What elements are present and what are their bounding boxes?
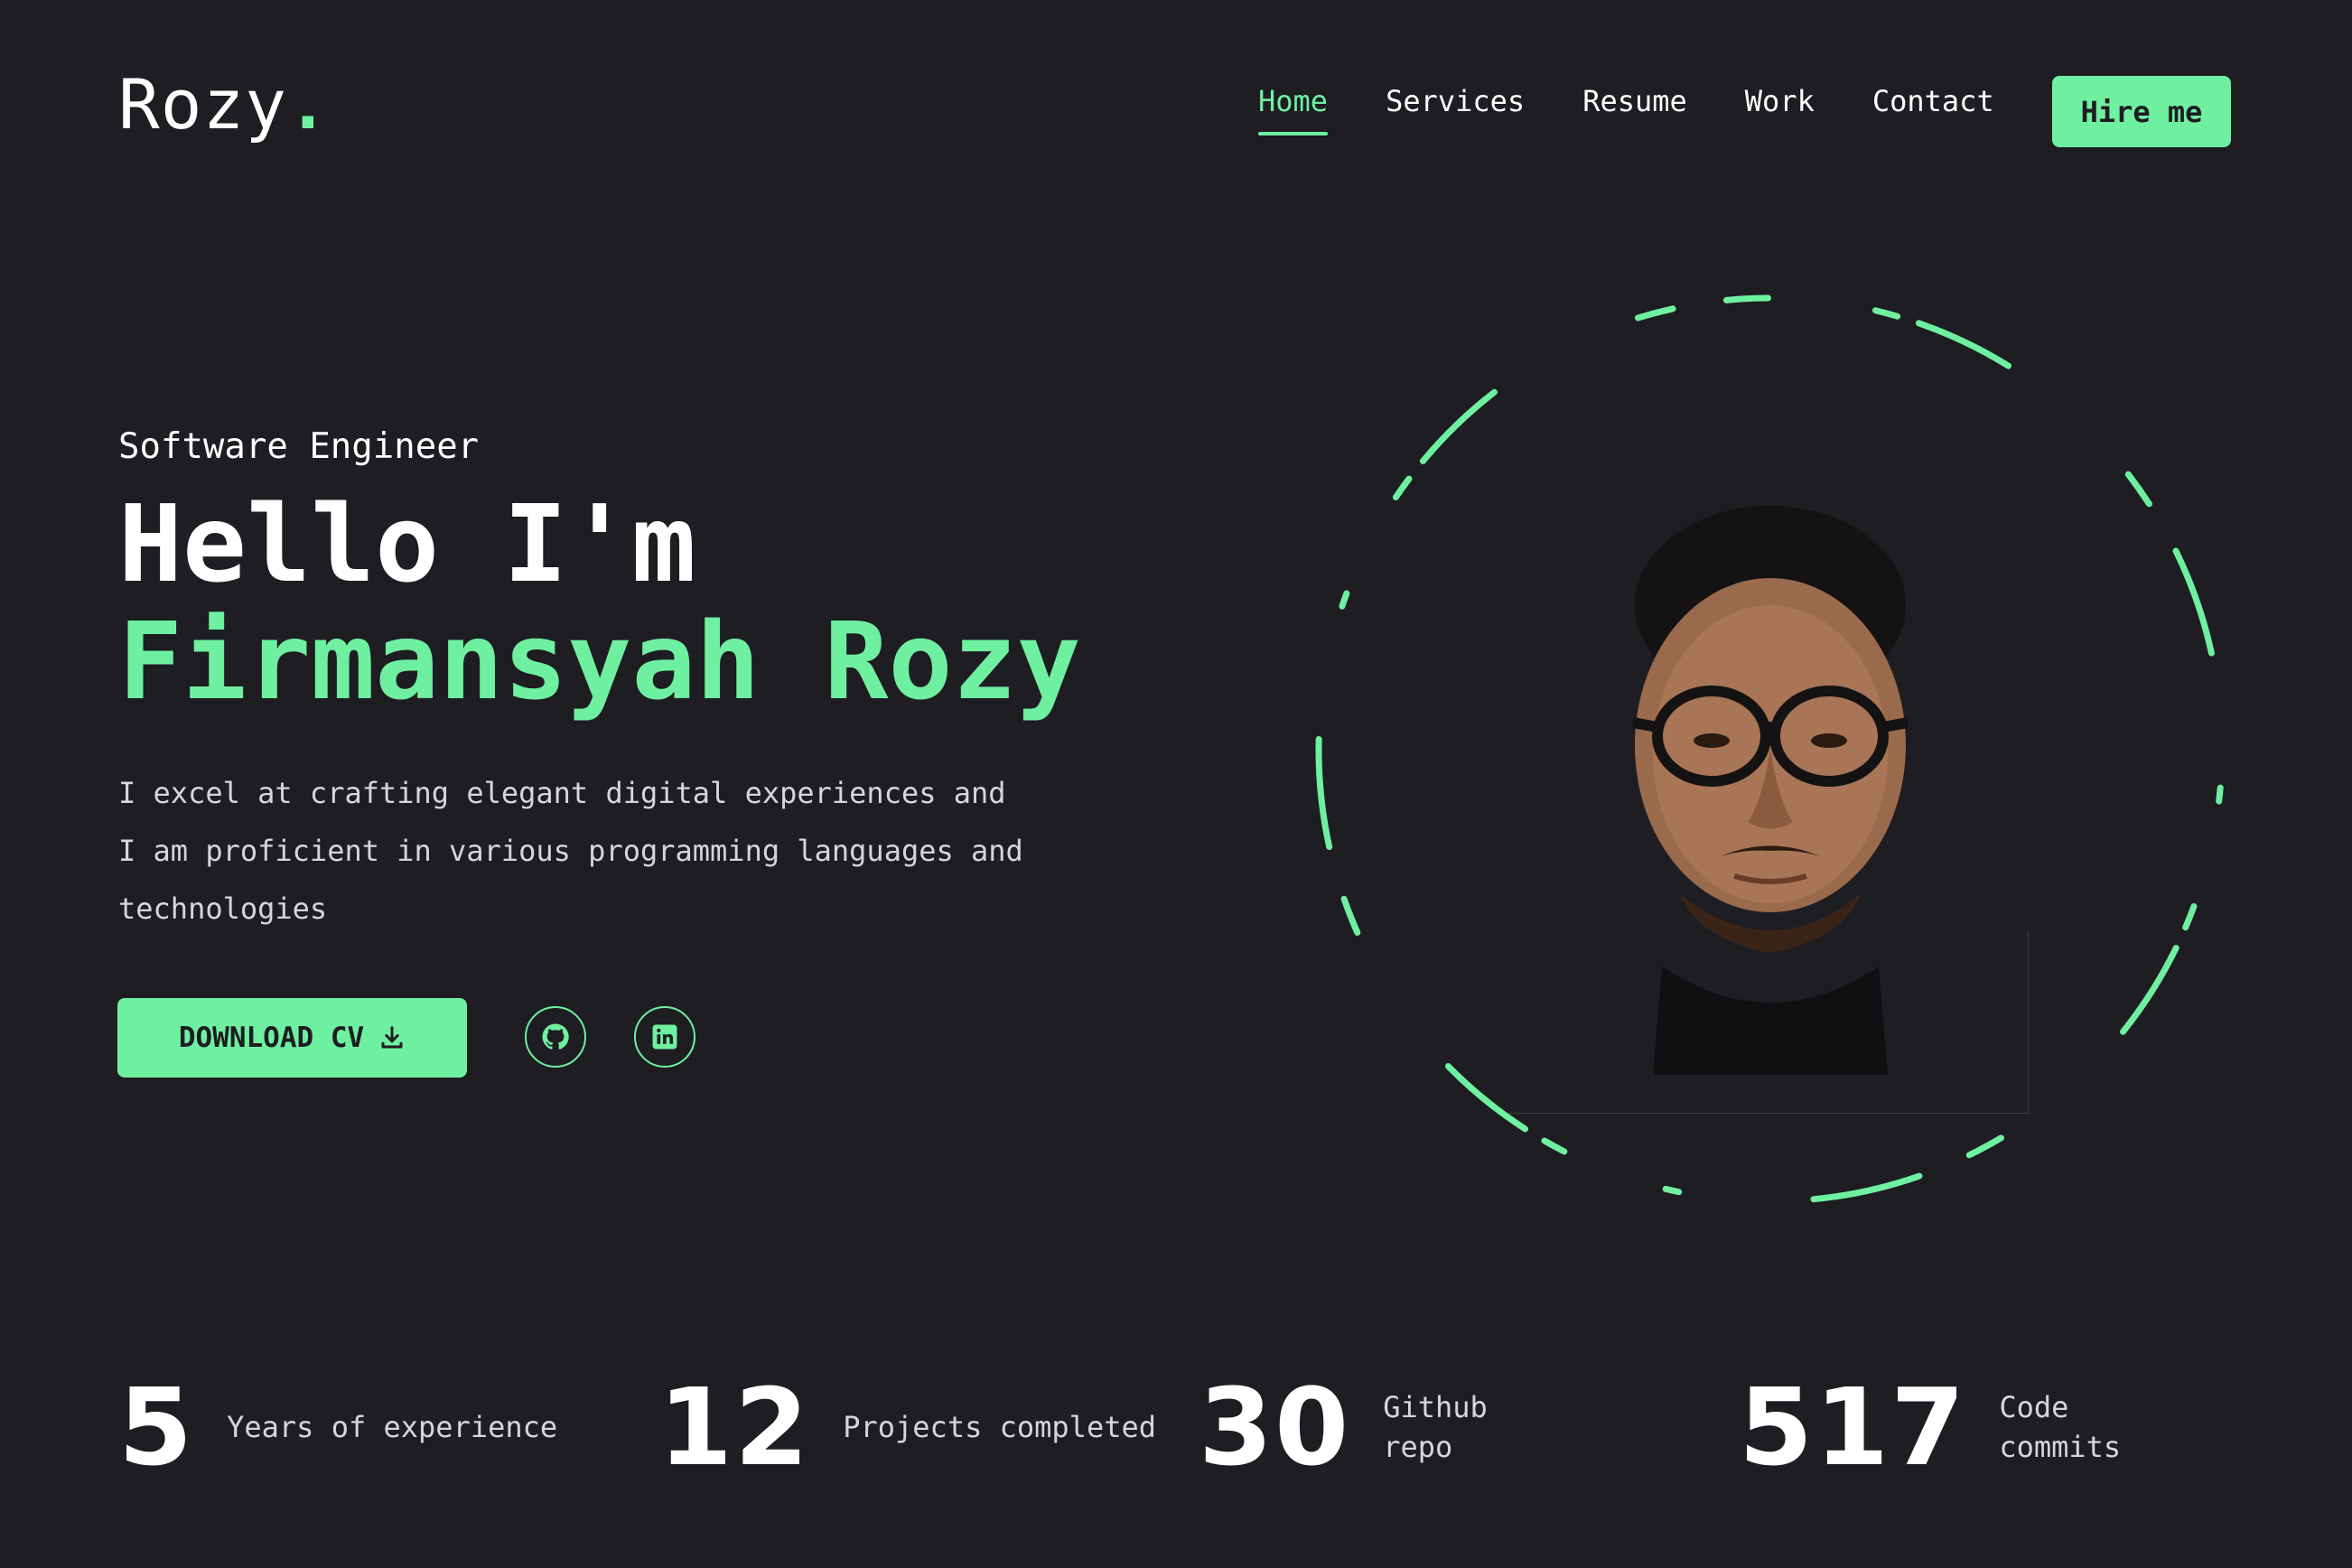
github-link[interactable] [525,1006,586,1068]
download-cv-button[interactable]: DOWNLOAD CV [117,998,467,1078]
stat-code-commits: 517 Code commits [1739,1373,2125,1481]
stat-projects: 12 Projects completed [658,1373,1156,1481]
linkedin-icon [652,1024,677,1050]
hero-role: Software Engineer [118,426,480,467]
download-icon [381,1026,403,1049]
hero-description-line: technologies [118,891,328,926]
nav-item-contact[interactable]: Contact [1872,87,1994,116]
stat-label: Years of experience [227,1407,557,1447]
stat-label: Code commits [1999,1387,2125,1467]
profile-photo [1631,506,1909,1075]
github-icon [542,1023,569,1050]
stat-value: 30 [1199,1365,1351,1489]
nav-item-home[interactable]: Home [1258,87,1329,135]
logo[interactable]: Rozy. [118,70,330,139]
logo-dot: . [287,64,330,145]
nav-item-services[interactable]: Services [1386,87,1525,116]
nav-item-work[interactable]: Work [1745,87,1815,116]
stat-value: 5 [118,1365,195,1489]
main-nav: Home Services Resume Work Contact [1258,87,1994,135]
stat-github-repo: 30 Github repo [1199,1373,1509,1481]
stat-label: Github repo [1383,1387,1509,1467]
hero-description: I excel at crafting elegant digital expe… [118,764,1058,938]
stat-value: 517 [1739,1365,1967,1489]
linkedin-link[interactable] [634,1006,695,1068]
hero-greeting: Hello I'm [118,481,696,606]
logo-text: Rozy [118,64,288,145]
stats-row: 5 Years of experience 12 Projects comple… [118,1373,2268,1481]
stat-label-line: commits [1999,1430,2122,1464]
stat-label-line: Years of experience [227,1410,558,1444]
stat-label-line: Projects completed [843,1410,1156,1444]
stat-years: 5 Years of experience [118,1373,557,1481]
stat-label-line: Code [1999,1390,2069,1424]
hero-description-line: I excel at crafting elegant digital expe… [118,776,1006,810]
hire-me-button[interactable]: Hire me [2052,76,2231,147]
stat-label-line: Github [1383,1390,1488,1424]
download-cv-label: DOWNLOAD CV [178,1022,365,1054]
stat-label-line: repo [1383,1430,1453,1464]
stat-value: 12 [658,1365,811,1489]
hero-name: Firmansyah Rozy [118,599,1081,723]
nav-item-resume[interactable]: Resume [1582,87,1687,116]
hero-description-line: I am proficient in various programming l… [118,834,1023,868]
stat-label: Projects completed [843,1407,1156,1447]
